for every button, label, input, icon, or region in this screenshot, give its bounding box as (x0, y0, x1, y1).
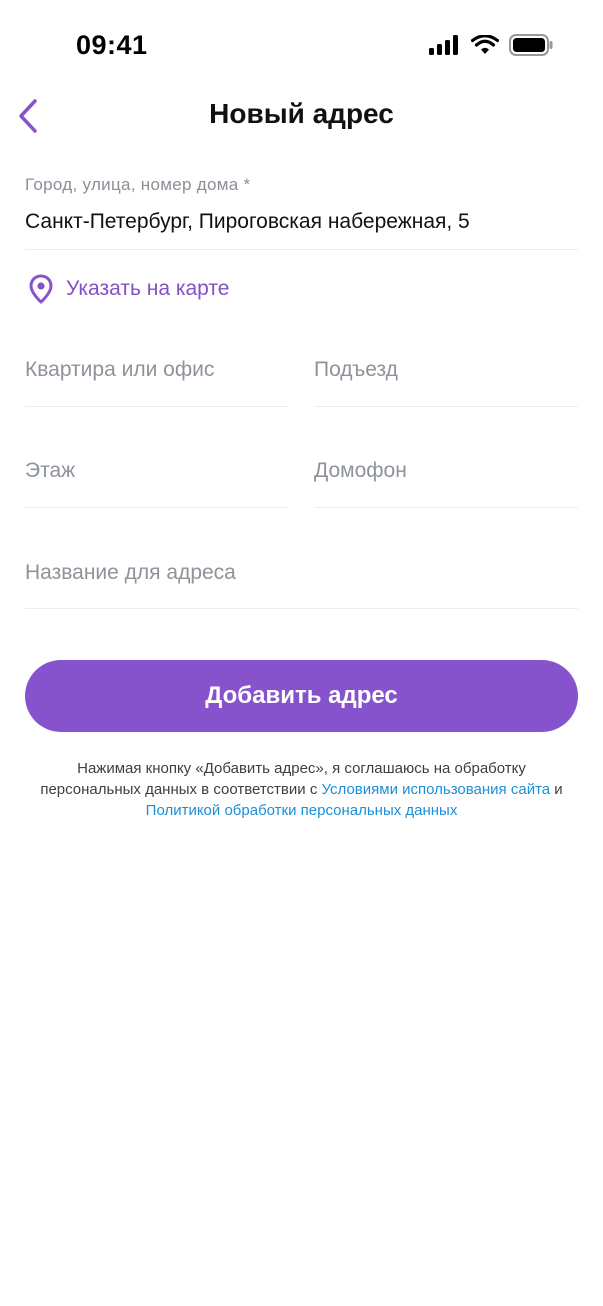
status-bar: 09:41 (0, 0, 603, 88)
address-label: Город, улица, номер дома * (25, 175, 251, 194)
apartment-input[interactable]: Квартира или офис (25, 358, 214, 382)
page-title: Новый адрес (209, 98, 394, 129)
address-name-input[interactable]: Название для адреса (25, 561, 236, 585)
show-on-map-link[interactable]: Указать на карте (28, 272, 229, 306)
address-divider (25, 249, 578, 250)
floor-input[interactable]: Этаж (25, 459, 75, 483)
status-icons (429, 34, 553, 56)
cellular-signal-icon (429, 35, 458, 55)
consent-conjunction: и (550, 781, 563, 798)
battery-icon (509, 34, 553, 56)
privacy-policy-link[interactable]: Политикой обработки персональных данных (146, 802, 458, 819)
consent-text: Нажимая кнопку «Добавить адрес», я согла… (25, 758, 578, 821)
map-pin-icon (29, 274, 53, 304)
intercom-input[interactable]: Домофон (314, 459, 407, 483)
entrance-input[interactable]: Подъезд (314, 358, 398, 382)
intercom-divider (314, 507, 578, 508)
apartment-divider (25, 406, 289, 407)
floor-divider (25, 507, 289, 508)
entrance-divider (314, 406, 578, 407)
address-input[interactable]: Санкт-Петербург, Пироговская набережная,… (25, 210, 470, 234)
status-time: 09:41 (76, 30, 148, 60)
wifi-icon (471, 35, 499, 54)
show-on-map-label: Указать на карте (66, 277, 230, 300)
address-name-divider (25, 608, 578, 609)
nav-header: Новый адрес (0, 88, 603, 144)
terms-of-use-link[interactable]: Условиями использования сайта (322, 781, 551, 798)
add-address-button[interactable]: Добавить адрес (25, 660, 578, 732)
